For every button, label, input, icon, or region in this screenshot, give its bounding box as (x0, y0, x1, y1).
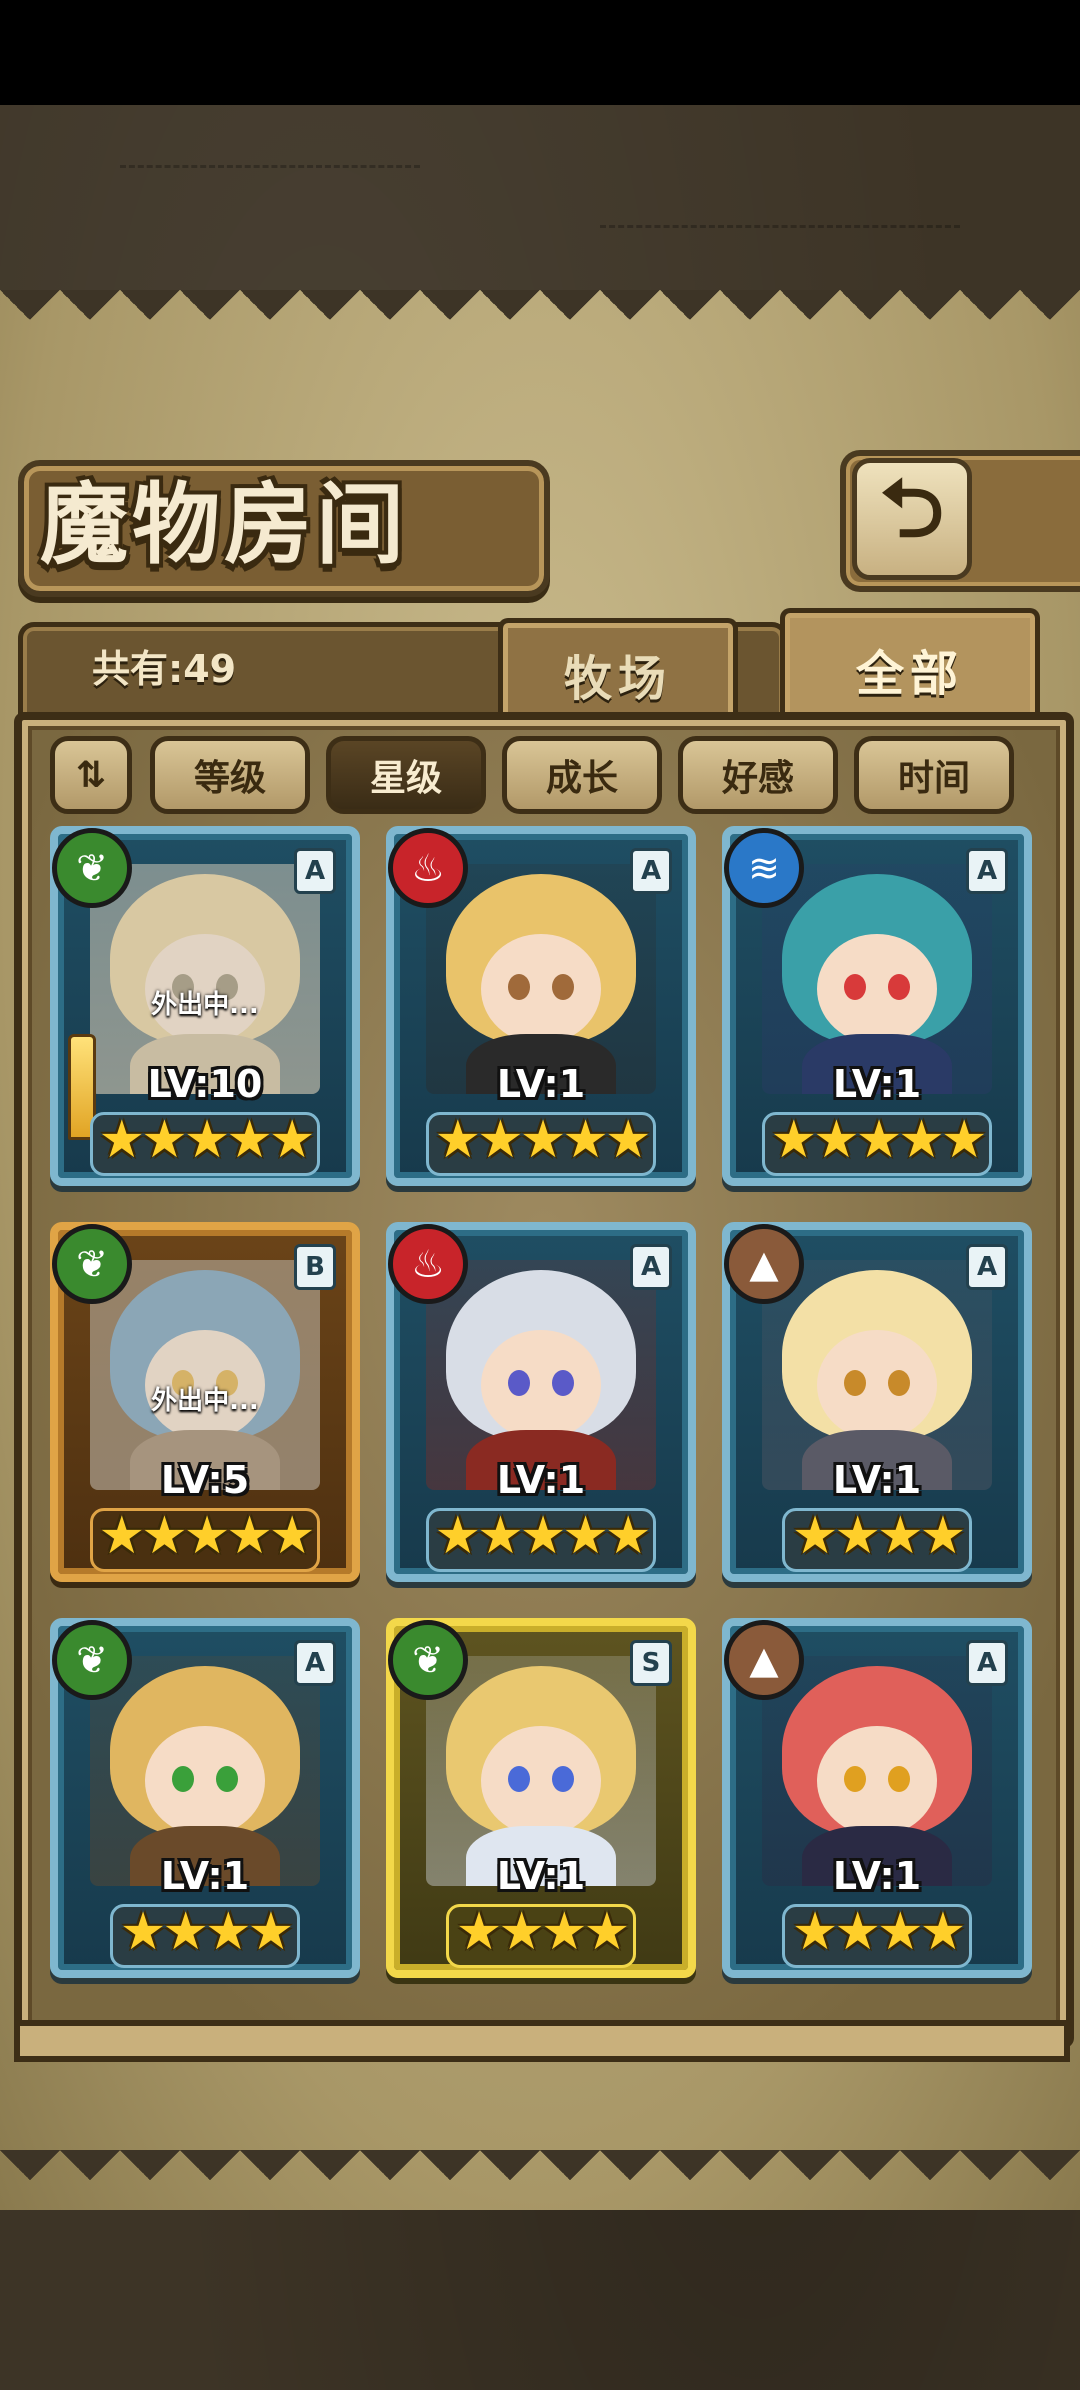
monster-card[interactable]: ❦ A LV:1 ★★★★ (50, 1618, 360, 1978)
monster-portrait: 外出中... (90, 864, 320, 1094)
monster-portrait: 外出中... (90, 1260, 320, 1490)
sort-direction-button[interactable]: ⇅ (50, 736, 132, 814)
away-status: 外出中... (151, 1386, 259, 1416)
sort-star-label: 星级 (369, 758, 442, 799)
monster-level: LV:1 (496, 1062, 586, 1106)
monster-level: LV:1 (496, 1458, 586, 1502)
star-rating: ★★★★ (119, 1902, 294, 1962)
grade-badge: A (294, 1640, 336, 1686)
sort-affection-button[interactable]: 好感 (678, 736, 838, 814)
star-rating: ★★★★★ (434, 1506, 651, 1566)
monster-level: LV:1 (832, 1062, 922, 1106)
sort-time-label: 时间 (897, 758, 970, 799)
away-status: 外出中... (151, 990, 259, 1020)
sort-direction-icon: ⇅ (75, 754, 107, 796)
star-rating: ★★★★ (791, 1902, 966, 1962)
grade-badge: A (966, 1640, 1008, 1686)
star-rating: ★★★★ (791, 1506, 966, 1566)
monster-portrait (426, 864, 656, 1094)
star-rating: ★★★★★ (770, 1110, 987, 1170)
monster-level: LV:1 (160, 1854, 250, 1898)
parchment-edge-bottom (0, 2150, 1080, 2210)
mountain-icon: ▲ (724, 1620, 804, 1700)
water-icon: ≋ (724, 828, 804, 908)
sort-level-label: 等级 (193, 758, 266, 799)
monster-card[interactable]: ❦ S LV:1 ★★★★ (386, 1618, 696, 1978)
monster-card[interactable]: ♨ A LV:1 ★★★★★ (386, 826, 696, 1186)
grade-badge: A (966, 1244, 1008, 1290)
grade-badge: A (294, 848, 336, 894)
monster-portrait (426, 1260, 656, 1490)
tab-ranch-label: 牧场 (563, 651, 672, 707)
star-rating: ★★★★ (455, 1902, 630, 1962)
monster-card[interactable]: ♨ A LV:1 ★★★★★ (386, 1222, 696, 1582)
monster-card[interactable]: ≋ A LV:1 ★★★★★ (722, 826, 1032, 1186)
away-overlay (90, 1260, 320, 1490)
flame-icon: ♨ (388, 1224, 468, 1304)
sort-star-button[interactable]: 星级 (326, 736, 486, 814)
leaf-icon: ❦ (52, 828, 132, 908)
monster-level: LV:1 (496, 1854, 586, 1898)
monster-portrait (762, 864, 992, 1094)
sort-growth-label: 成长 (545, 758, 618, 799)
leaf-icon: ❦ (52, 1620, 132, 1700)
monster-level: LV:1 (832, 1458, 922, 1502)
monster-card[interactable]: ▲ A LV:1 ★★★★ (722, 1222, 1032, 1582)
monster-count: 共有:49 (92, 647, 237, 691)
monster-level: LV:10 (147, 1062, 263, 1106)
grade-badge: A (630, 848, 672, 894)
star-rating: ★★★★★ (98, 1110, 315, 1170)
sort-level-button[interactable]: 等级 (150, 736, 310, 814)
grade-badge: S (630, 1640, 672, 1686)
leaf-icon: ❦ (388, 1620, 468, 1700)
away-overlay (90, 864, 320, 1094)
monster-card[interactable]: 外出中... ❦ B LV:5 ★★★★★ (50, 1222, 360, 1582)
panel-bottom-rail (14, 2020, 1070, 2062)
flame-icon: ♨ (388, 828, 468, 908)
star-rating: ★★★★★ (98, 1506, 315, 1566)
monster-level: LV:5 (160, 1458, 250, 1502)
sort-growth-button[interactable]: 成长 (502, 736, 662, 814)
star-rating: ★★★★★ (434, 1110, 651, 1170)
monster-portrait (90, 1656, 320, 1886)
grade-badge: B (294, 1244, 336, 1290)
tab-all[interactable]: 全部 (780, 608, 1040, 725)
parchment-edge-top (0, 290, 1080, 350)
monster-card[interactable]: ▲ A LV:1 ★★★★ (722, 1618, 1032, 1978)
grade-badge: A (966, 848, 1008, 894)
grade-badge: A (630, 1244, 672, 1290)
page-title: 魔物房间 (40, 473, 409, 576)
return-arrow-icon: ⮌ (879, 462, 945, 555)
monster-level: LV:1 (832, 1854, 922, 1898)
monster-portrait (762, 1260, 992, 1490)
sort-affection-label: 好感 (721, 758, 794, 799)
status-bar (0, 0, 1080, 105)
sort-time-button[interactable]: 时间 (854, 736, 1014, 814)
tab-ranch[interactable]: 牧场 (498, 618, 738, 725)
return-button[interactable]: ⮌ (852, 458, 972, 580)
monster-card[interactable]: 外出中... ❦ A LV:10 ★★★★★ (50, 826, 360, 1186)
mountain-icon: ▲ (724, 1224, 804, 1304)
leaf-icon: ❦ (52, 1224, 132, 1304)
monster-portrait (762, 1656, 992, 1886)
monster-portrait (426, 1656, 656, 1886)
tab-all-label: 全部 (855, 646, 964, 702)
